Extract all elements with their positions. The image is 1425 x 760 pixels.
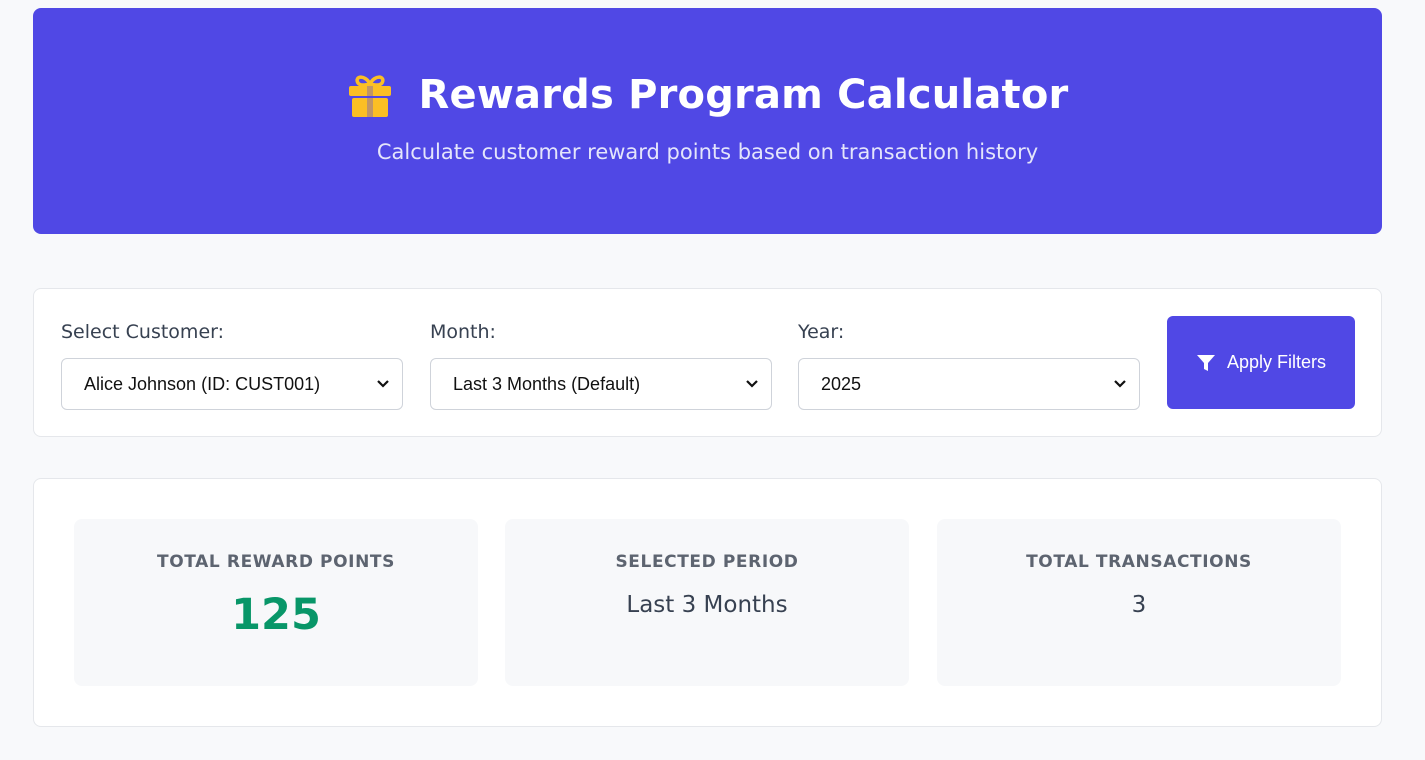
page-header: Rewards Program Calculator Calculate cus… [33, 8, 1382, 234]
chevron-down-icon [746, 380, 758, 388]
customer-field: Select Customer: Alice Johnson (ID: CUST… [61, 321, 403, 410]
selected-period-value: Last 3 Months [626, 592, 788, 618]
total-transactions-label: TOTAL TRANSACTIONS [1026, 552, 1252, 572]
month-field: Month: Last 3 Months (Default) [430, 321, 772, 410]
total-points-card: TOTAL REWARD POINTS 125 [74, 519, 478, 686]
customer-label: Select Customer: [61, 321, 225, 343]
month-select[interactable]: Last 3 Months (Default) [430, 358, 772, 410]
page-title: Rewards Program Calculator [418, 72, 1069, 118]
filter-panel: Select Customer: Alice Johnson (ID: CUST… [33, 288, 1382, 437]
apply-filters-button[interactable]: Apply Filters [1167, 316, 1355, 409]
chevron-down-icon [1114, 380, 1126, 388]
page-subtitle: Calculate customer reward points based o… [376, 140, 1039, 164]
selected-period-card: SELECTED PERIOD Last 3 Months [505, 519, 909, 686]
title-row: Rewards Program Calculator [347, 72, 1069, 118]
customer-select[interactable]: Alice Johnson (ID: CUST001) [61, 358, 403, 410]
selected-period-label: SELECTED PERIOD [615, 552, 799, 572]
year-select-value: 2025 [821, 373, 862, 394]
year-select[interactable]: 2025 [798, 358, 1140, 410]
total-transactions-value: 3 [1131, 592, 1147, 618]
filter-icon [1196, 354, 1215, 371]
chevron-down-icon [377, 380, 389, 388]
total-points-label: TOTAL REWARD POINTS [157, 552, 395, 572]
total-points-value: 125 [231, 590, 321, 640]
gift-icon [348, 75, 391, 117]
total-transactions-card: TOTAL TRANSACTIONS 3 [937, 519, 1341, 686]
month-select-value: Last 3 Months (Default) [453, 373, 641, 394]
apply-filters-label: Apply Filters [1226, 352, 1327, 372]
month-label: Month: [430, 321, 496, 343]
year-label: Year: [798, 321, 845, 343]
year-field: Year: 2025 [798, 321, 1140, 410]
summary-panel: TOTAL REWARD POINTS 125 SELECTED PERIOD … [33, 478, 1382, 727]
customer-select-value: Alice Johnson (ID: CUST001) [84, 373, 321, 394]
